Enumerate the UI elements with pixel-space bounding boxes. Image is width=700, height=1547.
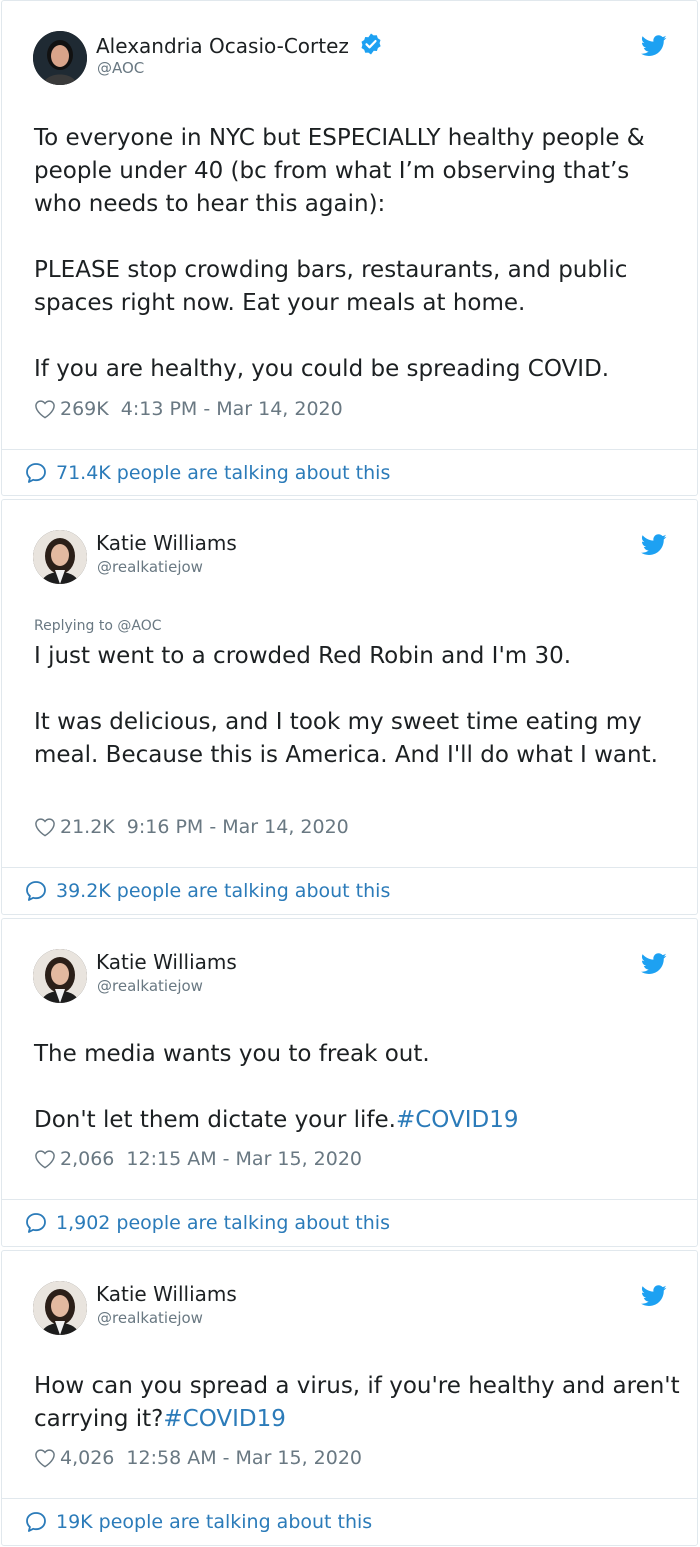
tweet-body: To everyone in NYC but ESPECIALLY health… (34, 122, 684, 386)
author-name[interactable]: Alexandria Ocasio-Cortez (96, 32, 383, 58)
twitter-bird-icon[interactable] (641, 1285, 667, 1307)
like-count[interactable]: 4,026 (60, 1447, 114, 1469)
timestamp[interactable]: 9:16 PM - Mar 14, 2020 (127, 816, 349, 838)
divider (2, 449, 697, 450)
tweet-meta: 4,026 12:58 AM - Mar 15, 2020 (34, 1447, 362, 1469)
timestamp[interactable]: 4:13 PM - Mar 14, 2020 (121, 398, 343, 420)
tweet-header: Alexandria Ocasio-Cortez @AOC (2, 1, 697, 91)
talking-link[interactable]: 71.4K people are talking about this (24, 461, 390, 485)
tweet-header: Katie Williams @realkatiejow (2, 1251, 697, 1341)
tweet-header: Katie Williams @realkatiejow (2, 919, 697, 1009)
twitter-bird-icon[interactable] (641, 953, 667, 975)
tweet-card: Katie Williams @realkatiejow How can you… (1, 1250, 698, 1546)
author-handle[interactable]: @realkatiejow (97, 1309, 203, 1327)
author-name-text[interactable]: Katie Williams (96, 531, 237, 555)
divider (2, 867, 697, 868)
tweet-meta: 2,066 12:15 AM - Mar 15, 2020 (34, 1148, 362, 1170)
author-name[interactable]: Katie Williams (96, 950, 237, 974)
heart-icon[interactable] (34, 1448, 56, 1468)
tweet-paragraph: How can you spread a virus, if you're he… (34, 1370, 684, 1436)
tweet-paragraph: PLEASE stop crowding bars, restaurants, … (34, 257, 628, 316)
twitter-bird-icon[interactable] (641, 35, 667, 57)
speech-bubble-icon (26, 463, 46, 483)
talking-link[interactable]: 39.2K people are talking about this (24, 879, 390, 903)
verified-badge-icon (361, 33, 381, 55)
tweet-card: Alexandria Ocasio-Cortez @AOC To everyon… (1, 0, 698, 496)
author-name-text[interactable]: Katie Williams (96, 1282, 237, 1306)
replying-to[interactable]: Replying to @AOC (34, 618, 162, 634)
tweet-meta: 269K 4:13 PM - Mar 14, 2020 (34, 398, 343, 420)
tweet-text: Don't let them dictate your life. (34, 1107, 396, 1133)
divider (2, 1199, 697, 1200)
tweet-paragraph: The media wants you to freak out. (34, 1041, 430, 1067)
tweet-body: I just went to a crowded Red Robin and I… (34, 640, 684, 772)
author-handle[interactable]: @realkatiejow (97, 977, 203, 995)
avatar[interactable] (33, 31, 87, 85)
twitter-bird-icon[interactable] (641, 534, 667, 556)
author-name-text[interactable]: Alexandria Ocasio-Cortez (96, 34, 349, 58)
tweet-text: How can you spread a virus, if you're he… (34, 1373, 680, 1432)
talking-link[interactable]: 19K people are talking about this (24, 1510, 372, 1534)
speech-bubble-icon (26, 1512, 46, 1532)
tweet-paragraph: To everyone in NYC but ESPECIALLY health… (34, 125, 645, 217)
talking-text[interactable]: 1,902 people are talking about this (56, 1212, 390, 1234)
divider (2, 1498, 697, 1499)
speech-bubble-icon (26, 881, 46, 901)
hashtag-link[interactable]: #COVID19 (396, 1107, 519, 1133)
timestamp[interactable]: 12:58 AM - Mar 15, 2020 (126, 1447, 362, 1469)
tweet-header: Katie Williams @realkatiejow (2, 500, 697, 590)
tweet-card: Katie Williams @realkatiejow The media w… (1, 918, 698, 1247)
timestamp[interactable]: 12:15 AM - Mar 15, 2020 (126, 1148, 362, 1170)
tweet-paragraph: I just went to a crowded Red Robin and I… (34, 643, 572, 669)
tweet-meta: 21.2K 9:16 PM - Mar 14, 2020 (34, 816, 349, 838)
heart-icon[interactable] (34, 399, 56, 419)
avatar[interactable] (33, 1281, 87, 1335)
tweet-paragraph: If you are healthy, you could be spreadi… (34, 356, 610, 382)
like-count[interactable]: 2,066 (60, 1148, 114, 1170)
author-name[interactable]: Katie Williams (96, 531, 237, 555)
speech-bubble-icon (26, 1213, 46, 1233)
avatar[interactable] (33, 530, 87, 584)
heart-icon[interactable] (34, 817, 56, 837)
talking-text[interactable]: 19K people are talking about this (56, 1511, 372, 1533)
like-count[interactable]: 21.2K (60, 816, 115, 838)
talking-text[interactable]: 39.2K people are talking about this (56, 880, 390, 902)
hashtag-link[interactable]: #COVID19 (163, 1406, 286, 1432)
author-handle[interactable]: @realkatiejow (97, 558, 203, 576)
tweet-body: The media wants you to freak out. Don't … (34, 1038, 684, 1137)
talking-link[interactable]: 1,902 people are talking about this (24, 1211, 390, 1235)
avatar[interactable] (33, 949, 87, 1003)
author-name[interactable]: Katie Williams (96, 1282, 237, 1306)
talking-text[interactable]: 71.4K people are talking about this (56, 462, 390, 484)
tweet-paragraph: Don't let them dictate your life.#COVID1… (34, 1104, 684, 1137)
like-count[interactable]: 269K (60, 398, 109, 420)
tweet-card: Katie Williams @realkatiejow Replying to… (1, 499, 698, 915)
tweet-paragraph: It was delicious, and I took my sweet ti… (34, 709, 658, 768)
author-handle[interactable]: @AOC (97, 59, 144, 77)
author-name-text[interactable]: Katie Williams (96, 950, 237, 974)
heart-icon[interactable] (34, 1149, 56, 1169)
tweet-body: How can you spread a virus, if you're he… (34, 1370, 684, 1436)
